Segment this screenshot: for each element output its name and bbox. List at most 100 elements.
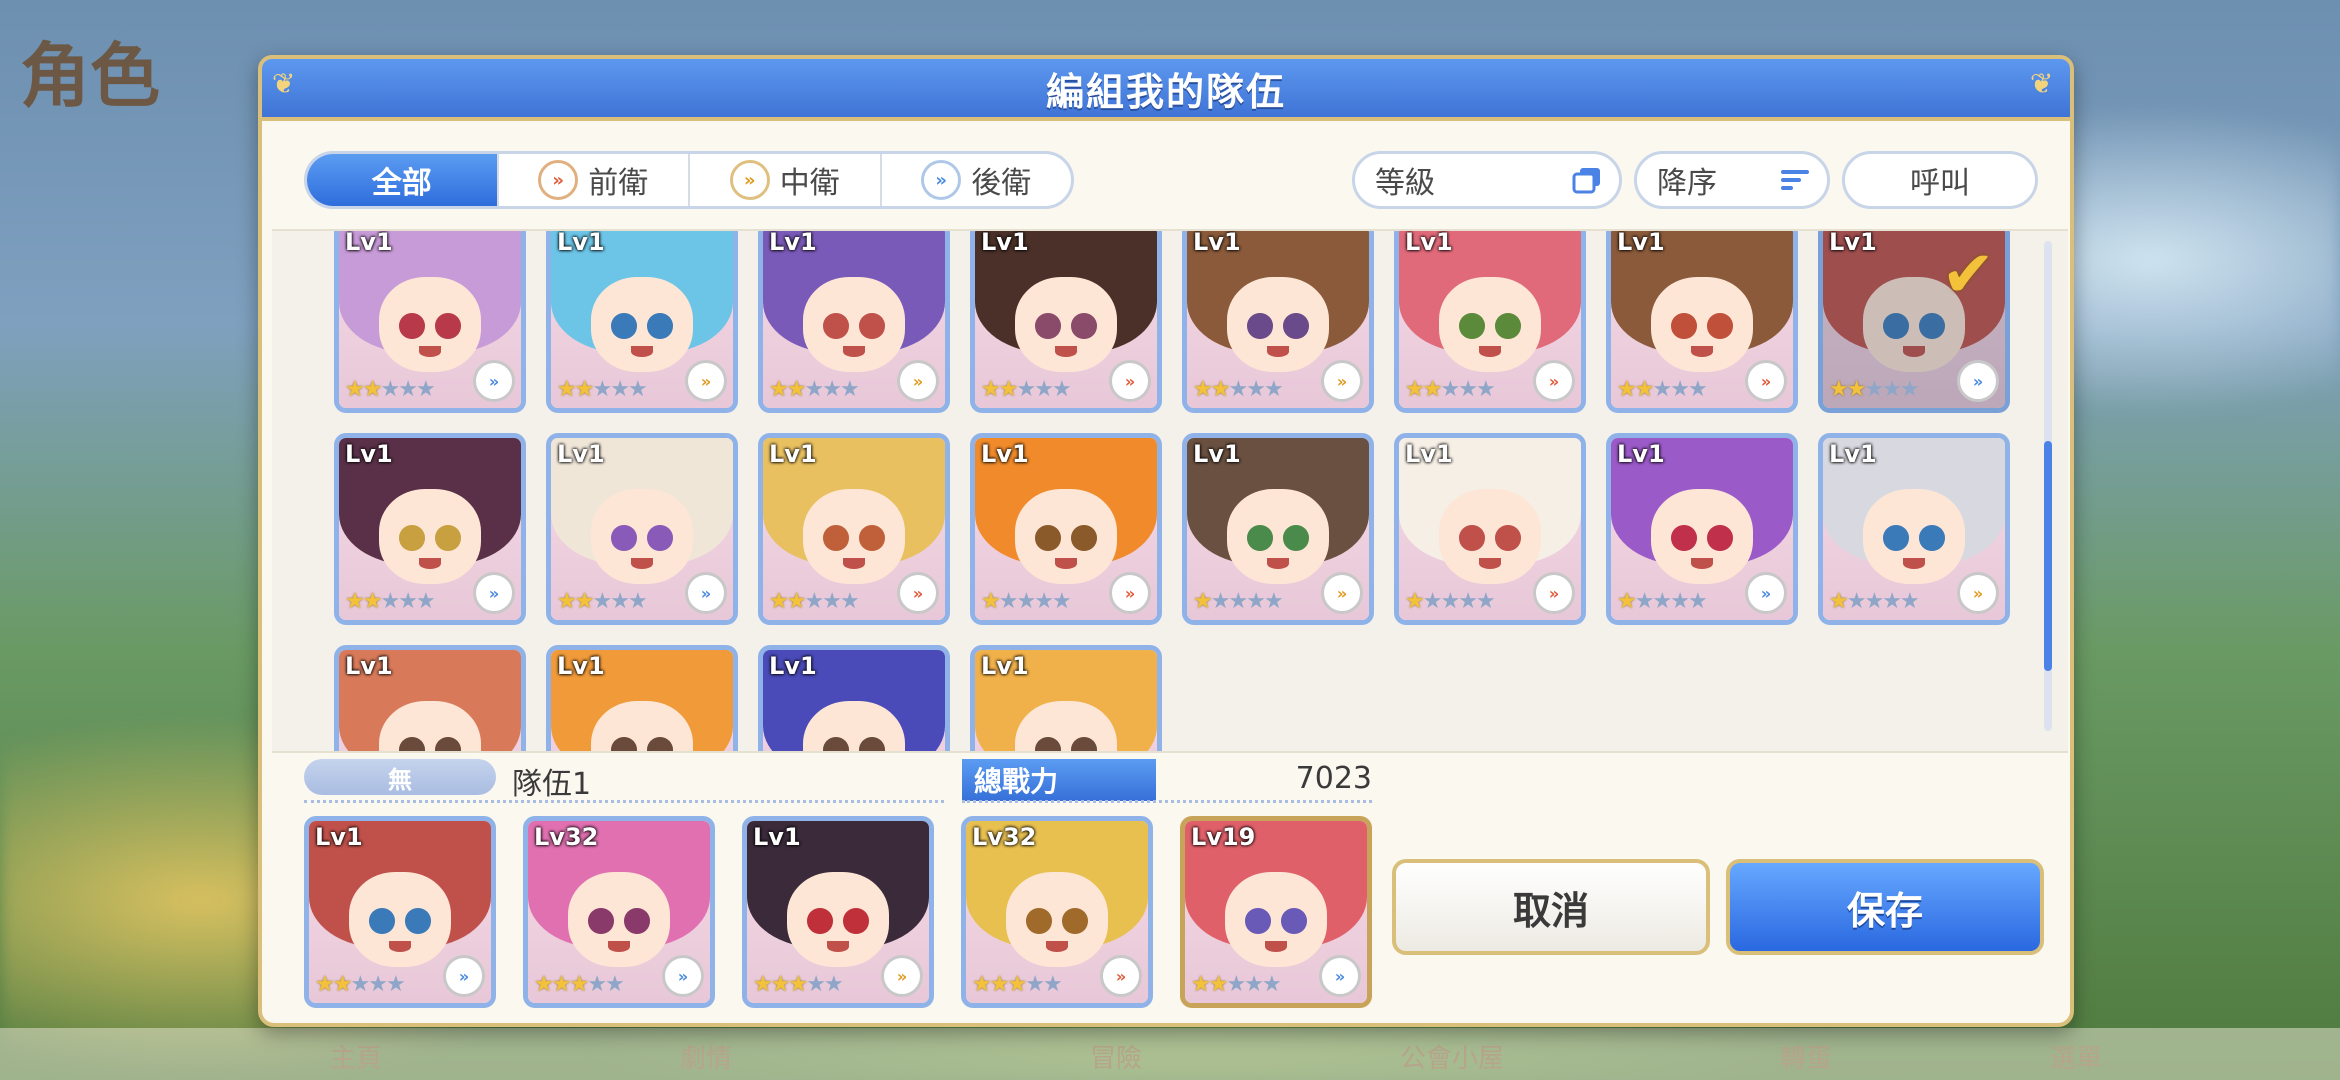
- mid-role-icon: »: [1957, 572, 1999, 614]
- mid-role-icon: »: [1321, 360, 1363, 402]
- star-rating: ★★★★★: [345, 589, 436, 614]
- character-card[interactable]: Lv1★★★★★»: [546, 231, 738, 413]
- star-icon: ★: [1882, 589, 1902, 614]
- star-icon: ★: [627, 377, 648, 402]
- star-icon: ★: [1670, 589, 1690, 614]
- character-mouth: [843, 346, 865, 358]
- character-roster-grid[interactable]: Lv1 ★★★★★» Lv1 ★★★★★» Lv1 ★★★★★» Lv1 ★★★★★» Lv1 ★…: [272, 229, 2068, 753]
- background-title: 角色: [20, 35, 160, 117]
- character-card[interactable]: Lv1★★★★★»: [970, 229, 1162, 413]
- character-card[interactable]: Lv1★★★★★»: [334, 231, 526, 413]
- character-mouth: [1267, 558, 1289, 570]
- character-eye: [1671, 525, 1697, 551]
- front-role-icon: »: [1533, 360, 1575, 402]
- level-label: Lv1: [981, 229, 1029, 256]
- star-icon: ★: [315, 972, 335, 997]
- tab-mid[interactable]: » 中衛: [690, 154, 882, 206]
- star-icon: ★: [610, 589, 630, 614]
- mid-role-icon: »: [1321, 572, 1363, 614]
- back-role-icon: »: [443, 955, 485, 997]
- character-mouth: [1479, 558, 1501, 570]
- team-member-card[interactable]: Lv1 ★★★★★»: [304, 816, 496, 1008]
- star-icon: ★: [1846, 589, 1867, 614]
- star-icon: ★: [998, 589, 1019, 614]
- character-eye: [405, 908, 431, 934]
- team-member-card[interactable]: Lv1 ★★★★★»: [742, 816, 934, 1008]
- star-icon: ★: [822, 377, 842, 402]
- character-card[interactable]: Lv1★★★★★»: [334, 645, 526, 751]
- character-face: [1225, 871, 1327, 967]
- character-card[interactable]: Lv1★★★★★»: [970, 433, 1162, 625]
- character-eye: [823, 525, 849, 551]
- character-card[interactable]: Lv1★★★★★»: [1182, 231, 1374, 413]
- character-mouth: [1903, 558, 1925, 570]
- character-eye: [859, 737, 885, 751]
- character-mouth: [631, 346, 653, 358]
- character-eye: [1247, 525, 1273, 551]
- character-eye: [1035, 737, 1061, 751]
- character-card[interactable]: Lv1★★★★★»: [1606, 433, 1798, 625]
- star-icon: ★: [1829, 589, 1849, 614]
- tab-all[interactable]: 全部: [307, 154, 499, 206]
- character-eye: [1281, 908, 1307, 934]
- character-card[interactable]: Lv1★★★★★»: [1394, 231, 1586, 413]
- star-icon: ★: [1882, 377, 1902, 402]
- character-eye: [1071, 525, 1097, 551]
- character-card[interactable]: Lv1★★★★★»: [1606, 229, 1798, 413]
- level-label: Lv1: [769, 652, 817, 680]
- character-eye: [624, 908, 650, 934]
- star-icon: ★: [415, 589, 436, 614]
- star-icon: ★: [981, 589, 1001, 614]
- star-icon: ★: [1051, 377, 1072, 402]
- character-eye: [1671, 313, 1697, 339]
- character-card[interactable]: Lv1★★★★★»: [758, 433, 950, 625]
- call-button[interactable]: 呼叫: [1842, 151, 2038, 209]
- roster-scrollbar-thumb[interactable]: [2044, 441, 2052, 671]
- character-card[interactable]: Lv1★★★★★»: [970, 645, 1162, 751]
- star-icon: ★: [1864, 589, 1884, 614]
- character-card[interactable]: Lv1 ★★★★★» ✔: [1818, 231, 2010, 413]
- star-rating: ★★★★★: [315, 972, 406, 997]
- star-icon: ★: [1687, 589, 1708, 614]
- team-member-card[interactable]: Lv19 ★★★★★»: [1180, 816, 1372, 1008]
- team-member-card[interactable]: Lv32 ★★★★★»: [523, 816, 715, 1008]
- character-card[interactable]: Lv1★★★★★»: [758, 645, 950, 751]
- character-eye: [823, 737, 849, 751]
- character-eye: [1026, 908, 1052, 934]
- character-card[interactable]: Lv1★★★★★»: [758, 231, 950, 413]
- character-card[interactable]: Lv1★★★★★»: [1182, 433, 1374, 625]
- character-mouth: [1265, 941, 1287, 953]
- star-icon: ★: [1899, 589, 1920, 614]
- star-icon: ★: [1652, 377, 1672, 402]
- star-icon: ★: [1210, 589, 1231, 614]
- sort-level-button[interactable]: 等級: [1352, 151, 1622, 209]
- save-button[interactable]: 保存: [1726, 859, 2044, 955]
- star-icon: ★: [604, 972, 625, 997]
- character-card[interactable]: Lv1★★★★★»: [546, 433, 738, 625]
- character-card[interactable]: Lv1★★★★★»: [1818, 433, 2010, 625]
- tab-front[interactable]: » 前衛: [499, 154, 690, 206]
- sort-order-button[interactable]: 降序: [1634, 151, 1830, 209]
- star-icon: ★: [1458, 589, 1478, 614]
- character-card[interactable]: Lv1★★★★★»: [546, 645, 738, 751]
- star-rating: ★★★★★: [1405, 589, 1496, 614]
- character-eye: [1459, 313, 1485, 339]
- character-mouth: [1691, 346, 1713, 358]
- character-card[interactable]: Lv1★★★★★»: [334, 433, 526, 625]
- character-face: [379, 488, 481, 584]
- level-label: Lv32: [534, 823, 599, 851]
- back-role-icon: »: [662, 955, 704, 997]
- star-rating: ★★★★★: [345, 377, 436, 402]
- tab-back[interactable]: » 後衛: [882, 154, 1072, 206]
- team-member-card[interactable]: Lv32 ★★★★★»: [961, 816, 1153, 1008]
- character-eye: [1495, 313, 1521, 339]
- team-name: 隊伍1: [512, 767, 592, 802]
- character-card[interactable]: Lv1★★★★★»: [1394, 433, 1586, 625]
- character-face: [568, 871, 670, 967]
- star-icon: ★: [1864, 377, 1884, 402]
- level-label: Lv1: [1617, 229, 1665, 256]
- cancel-button[interactable]: 取消: [1392, 859, 1710, 955]
- character-eye: [1245, 908, 1271, 934]
- mid-role-icon: »: [881, 955, 923, 997]
- star-icon: ★: [1025, 972, 1045, 997]
